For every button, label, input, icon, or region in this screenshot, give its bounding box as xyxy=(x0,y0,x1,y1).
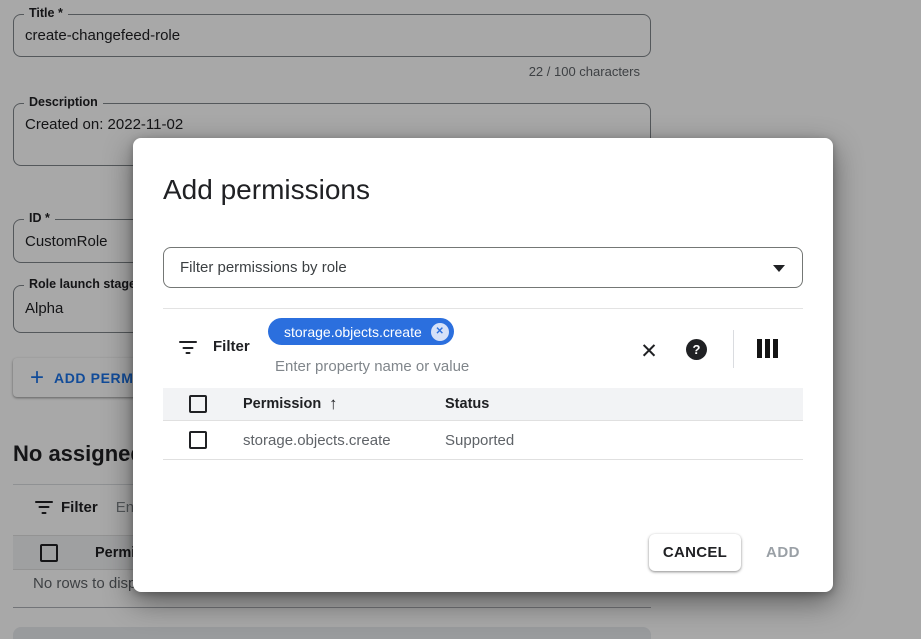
chevron-down-icon xyxy=(773,265,785,272)
add-permissions-dialog: Add permissions Filter permissions by ro… xyxy=(133,138,833,592)
toolbar-top-divider xyxy=(163,308,803,309)
clear-filters-icon[interactable]: ✕ xyxy=(635,337,663,365)
status-column-header[interactable]: Status xyxy=(445,396,489,412)
sort-ascending-icon[interactable]: ↑ xyxy=(329,394,338,414)
create-role-screen: Title * create-changefeed-role 22 / 100 … xyxy=(0,0,921,639)
cancel-button[interactable]: CANCEL xyxy=(649,534,741,571)
filter-chip[interactable]: storage.objects.create ✕ xyxy=(268,318,454,345)
filter-by-role-dropdown[interactable]: Filter permissions by role xyxy=(163,247,803,288)
row-status-cell: Supported xyxy=(445,432,514,449)
dialog-select-all-checkbox[interactable] xyxy=(189,395,207,413)
dialog-filter-input[interactable]: Enter property name or value xyxy=(275,358,469,375)
dialog-filter-label: Filter xyxy=(213,338,250,355)
toolbar-divider xyxy=(733,330,734,368)
column-display-icon[interactable] xyxy=(757,339,778,358)
permission-column-header[interactable]: Permission xyxy=(243,396,321,412)
help-icon[interactable]: ? xyxy=(686,339,707,360)
add-button[interactable]: ADD xyxy=(759,534,807,571)
filter-by-role-placeholder: Filter permissions by role xyxy=(180,259,347,276)
chip-remove-icon[interactable]: ✕ xyxy=(431,323,449,341)
table-row[interactable]: storage.objects.create Supported xyxy=(163,422,803,460)
dialog-table-header: Permission ↑ Status xyxy=(163,388,803,421)
row-checkbox[interactable] xyxy=(189,431,207,449)
dialog-title: Add permissions xyxy=(163,174,370,206)
filter-chip-text: storage.objects.create xyxy=(284,324,422,340)
row-permission-cell: storage.objects.create xyxy=(243,432,391,449)
